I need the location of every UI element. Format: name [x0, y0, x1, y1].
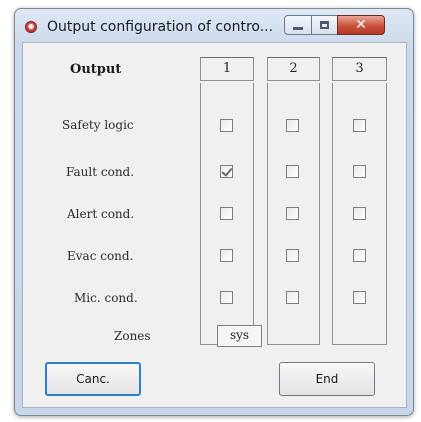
- title-bar[interactable]: Output configuration of contro... ✕: [15, 9, 413, 43]
- dialog-window: Output configuration of contro... ✕ Outp…: [14, 8, 414, 416]
- checkbox-mic-cond-3[interactable]: [353, 291, 366, 304]
- column-header-2: 2: [267, 57, 320, 81]
- output-grid: Output 1 2 3 Safety logic Fault cond. Al…: [28, 47, 398, 347]
- row-label-evac-cond: Evac cond.: [67, 249, 134, 263]
- checkbox-safety-logic-2[interactable]: [286, 119, 299, 132]
- checkbox-safety-logic-3[interactable]: [353, 119, 366, 132]
- checkbox-alert-cond-2[interactable]: [286, 207, 299, 220]
- maximize-icon: [320, 21, 329, 29]
- checkbox-alert-cond-3[interactable]: [353, 207, 366, 220]
- checkbox-mic-cond-2[interactable]: [286, 291, 299, 304]
- checkbox-mic-cond-1[interactable]: [220, 291, 233, 304]
- row-label-alert-cond: Alert cond.: [67, 207, 135, 221]
- row-label-fault-cond: Fault cond.: [66, 165, 135, 179]
- checkbox-fault-cond-3[interactable]: [353, 165, 366, 178]
- checkbox-evac-cond-1[interactable]: [220, 249, 233, 262]
- checkbox-safety-logic-1[interactable]: [220, 119, 233, 132]
- column-header-1: 1: [200, 57, 254, 81]
- end-button[interactable]: End: [279, 362, 375, 396]
- maximize-button[interactable]: [311, 15, 338, 35]
- column-header-3: 3: [332, 57, 387, 81]
- checkbox-evac-cond-2[interactable]: [286, 249, 299, 262]
- window-title: Output configuration of contro...: [47, 19, 274, 35]
- checkbox-evac-cond-3[interactable]: [353, 249, 366, 262]
- cancel-button[interactable]: Canc.: [45, 362, 141, 396]
- row-label-safety-logic: Safety logic: [62, 118, 134, 132]
- row-label-mic-cond: Mic. cond.: [74, 291, 138, 305]
- output-header: Output: [70, 62, 122, 77]
- close-button[interactable]: ✕: [337, 15, 385, 35]
- checkbox-fault-cond-1[interactable]: [220, 165, 233, 178]
- zones-value-field[interactable]: sys: [217, 325, 262, 347]
- zones-label: Zones: [114, 329, 151, 343]
- app-icon: [25, 21, 37, 33]
- minimize-button[interactable]: [284, 15, 312, 35]
- checkbox-fault-cond-2[interactable]: [286, 165, 299, 178]
- close-icon: ✕: [355, 17, 367, 33]
- checkbox-alert-cond-1[interactable]: [220, 207, 233, 220]
- dialog-content: Output 1 2 3 Safety logic Fault cond. Al…: [22, 42, 407, 408]
- minimize-icon: [293, 26, 303, 30]
